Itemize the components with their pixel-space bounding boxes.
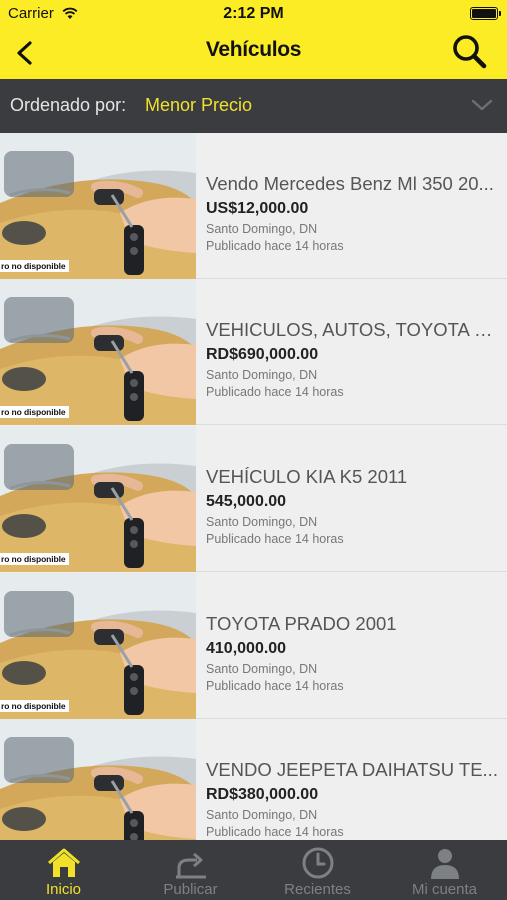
tab-inicio[interactable]: Inicio [0,840,127,900]
listing-title: VEHICULOS, AUTOS, TOYOTA CO... [206,319,500,340]
listing-item[interactable]: VENDO JEEPETA DAIHATSU TE... RD$380,000.… [0,719,507,840]
listing-posted-time: Publicado hace 14 horas [206,239,344,253]
listing-price: RD$380,000.00 [206,786,319,803]
listing-location: Santo Domingo, DN [206,808,318,822]
listing-thumbnail: ro no disponible [0,426,196,572]
tab-label: Inicio [45,881,82,898]
tab-label: Mi cuenta [411,881,478,898]
photo-unavailable-badge: ro no disponible [0,700,69,712]
photo-unavailable-badge: ro no disponible [0,553,69,565]
search-icon [453,35,487,69]
car-key-photo [0,426,196,572]
navigation-bar: Vehículos [0,28,507,79]
listing-thumbnail: ro no disponible [0,133,196,279]
sort-value: Menor Precio [145,95,253,115]
listing-list[interactable]: ro no disponible Vendo Mercedes Benz Ml … [0,133,507,840]
listing-title: VENDO JEEPETA DAIHATSU TE... [206,759,498,780]
listing-thumbnail: ro no disponible [0,573,196,719]
tab-mi-cuenta[interactable]: Mi cuenta [381,840,507,900]
listing-posted-time: Publicado hace 14 horas [206,532,344,546]
car-key-photo [0,719,196,840]
listing-posted-time: Publicado hace 14 horas [206,679,344,693]
page-title: Vehículos [205,38,302,61]
listing-item[interactable]: ro no disponible TOYOTA PRADO 2001 410,0… [0,573,507,719]
car-key-photo [0,279,196,425]
tab-publicar[interactable]: Publicar [127,840,254,900]
status-time: 2:12 PM [223,5,284,22]
listing-item[interactable]: ro no disponible VEHÍCULO KIA K5 2011 54… [0,426,507,572]
listing-price: 410,000.00 [206,640,287,657]
tab-label: Recientes [284,881,351,898]
listing-title: VEHÍCULO KIA K5 2011 [206,466,408,487]
status-bar: Carrier 2:12 PM [0,0,507,28]
listing-location: Santo Domingo, DN [206,368,318,382]
listing-posted-time: Publicado hace 14 horas [206,385,344,399]
car-key-photo [0,573,196,719]
listing-thumbnail [0,719,196,840]
photo-unavailable-badge: ro no disponible [0,260,69,272]
listing-item[interactable]: ro no disponible VEHICULOS, AUTOS, TOYOT… [0,279,507,425]
listing-item[interactable]: ro no disponible Vendo Mercedes Benz Ml … [0,133,507,279]
chevron-down-icon [471,99,493,111]
user-icon [430,849,459,879]
publish-icon [175,852,206,879]
home-icon [47,848,80,877]
listing-location: Santo Domingo, DN [206,662,318,676]
listing-posted-time: Publicado hace 14 horas [206,825,344,839]
listing-location: Santo Domingo, DN [206,222,318,236]
photo-unavailable-badge: ro no disponible [0,406,69,418]
listing-thumbnail: ro no disponible [0,279,196,425]
listing-location: Santo Domingo, DN [206,515,318,529]
sort-selector[interactable]: Ordenado por: Menor Precio [0,79,507,133]
search-button[interactable] [449,32,489,72]
listing-price: US$12,000.00 [206,200,309,217]
clock-icon [302,847,333,879]
listing-price: 545,000.00 [206,493,287,510]
listing-price: RD$690,000.00 [206,346,319,363]
tab-bar: Inicio Publicar Recientes Mi cuenta [0,840,507,900]
listing-title: Vendo Mercedes Benz Ml 350 20... [206,173,494,194]
listing-title: TOYOTA PRADO 2001 [206,613,397,634]
battery-icon [470,7,501,20]
tab-recientes[interactable]: Recientes [254,840,381,900]
tab-label: Publicar [163,881,218,898]
sort-label: Ordenado por: [10,95,127,115]
car-key-photo [0,133,196,279]
